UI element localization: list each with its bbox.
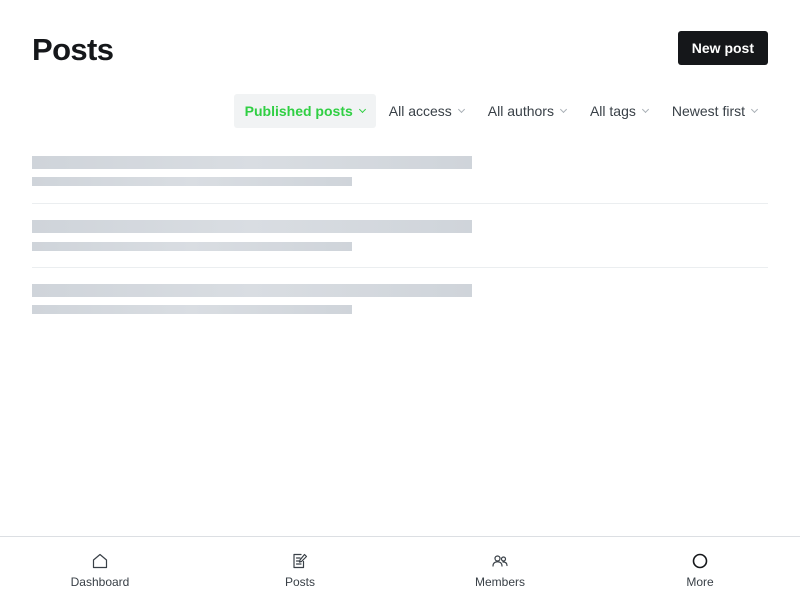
- tab-label: Posts: [284, 575, 315, 589]
- filter-authors[interactable]: All authors: [477, 94, 577, 128]
- tab-more[interactable]: More: [600, 537, 800, 600]
- filter-bar: Published posts All access All authors A…: [233, 94, 768, 128]
- tab-label: Dashboard: [70, 575, 130, 589]
- members-icon: [491, 552, 509, 570]
- posts-list-loading: [32, 140, 768, 331]
- circle-icon: [691, 552, 709, 570]
- tab-members[interactable]: Members: [400, 537, 600, 600]
- chevron-down-icon: [358, 105, 366, 113]
- posts-screen: Posts New post Published posts All acces…: [0, 0, 800, 600]
- skeleton-row: [32, 204, 768, 268]
- edit-icon: [291, 552, 309, 570]
- filter-label: All access: [388, 103, 452, 119]
- skeleton-title-bar: [32, 284, 472, 297]
- chevron-down-icon: [457, 105, 465, 113]
- chevron-down-icon: [641, 105, 649, 113]
- skeleton-row: [32, 140, 768, 204]
- tab-label: Members: [474, 575, 525, 589]
- skeleton-meta-bar: [32, 242, 352, 251]
- chevron-down-icon: [750, 105, 759, 113]
- home-icon: [91, 552, 109, 570]
- bottom-tab-bar: Dashboard Posts Members More: [0, 536, 800, 600]
- tab-posts[interactable]: Posts: [200, 537, 400, 600]
- skeleton-title-bar: [32, 156, 472, 169]
- skeleton-meta-bar: [32, 177, 352, 186]
- skeleton-row: [32, 268, 768, 331]
- filter-access[interactable]: All access: [378, 94, 475, 128]
- filter-label: Newest first: [671, 103, 745, 119]
- filter-sort-order[interactable]: Newest first: [661, 94, 768, 128]
- filter-label: All authors: [487, 103, 554, 119]
- filter-tags[interactable]: All tags: [579, 94, 659, 128]
- page-title: Posts: [32, 32, 114, 67]
- tab-dashboard[interactable]: Dashboard: [0, 537, 200, 600]
- filter-label: Published posts: [244, 103, 353, 119]
- filter-post-type[interactable]: Published posts: [233, 94, 376, 128]
- tab-label: More: [686, 575, 714, 589]
- new-post-button[interactable]: New post: [677, 31, 768, 65]
- skeleton-title-bar: [32, 220, 472, 233]
- filter-label: All tags: [589, 103, 636, 119]
- chevron-down-icon: [559, 105, 567, 113]
- skeleton-meta-bar: [32, 305, 352, 314]
- page-header: Posts New post: [32, 28, 768, 72]
